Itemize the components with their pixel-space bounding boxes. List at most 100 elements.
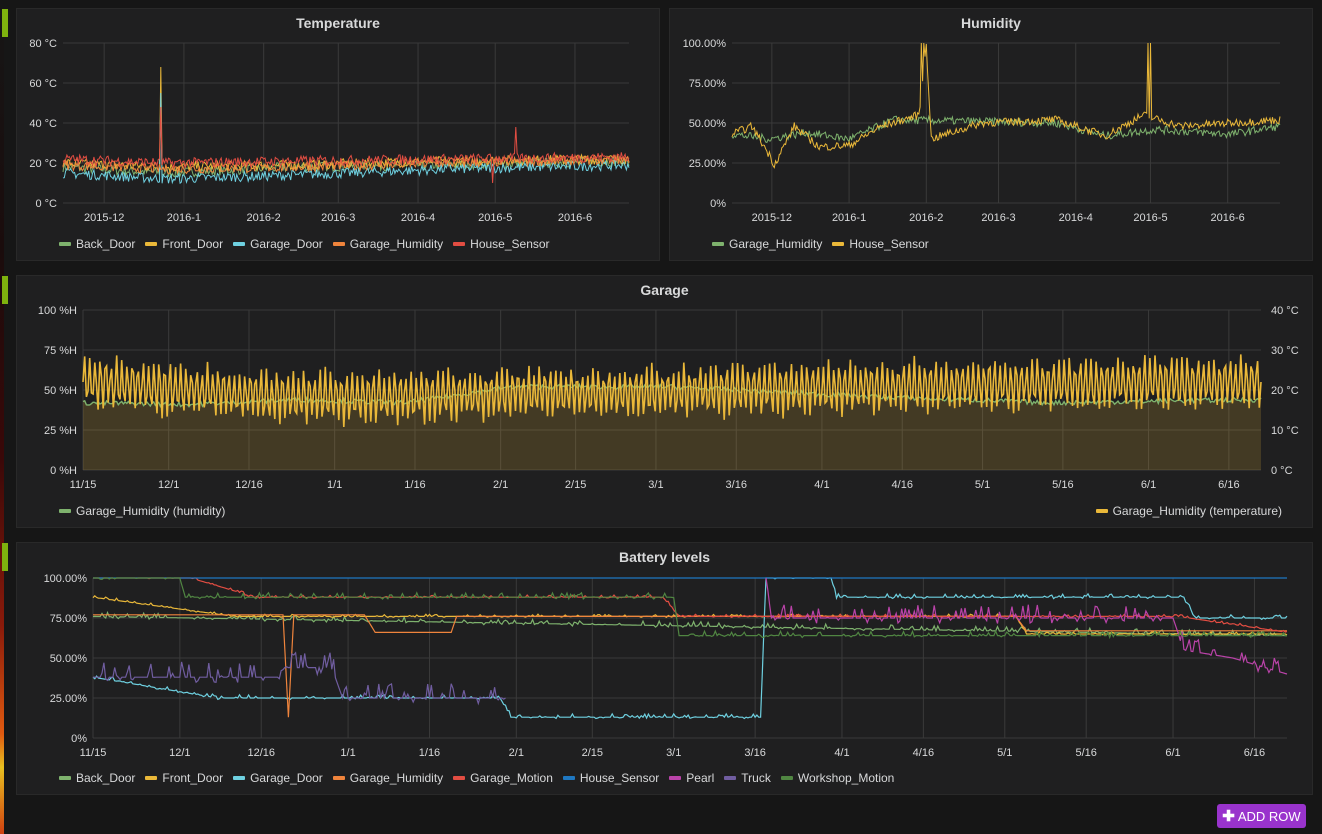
legend-swatch (669, 776, 682, 780)
legend-item[interactable]: Pearl (669, 771, 714, 785)
legend-label: Garage_Humidity (humidity) (76, 504, 226, 518)
humidity-panel: Humidity 0% 25.00% 50.00% 75.00% 100.00% 2015… (669, 8, 1313, 261)
battery-chart: 0% 25.00% 50.00% 75.00% 100.00% 11/15 12/1 12/1… (44, 573, 1288, 759)
y-tick-label: 80 °C (29, 38, 57, 50)
row-handle-1[interactable] (2, 9, 8, 37)
y-tick-label: 50 %H (44, 385, 77, 397)
legend-label: Truck (741, 771, 771, 785)
legend-item[interactable]: Front_Door (145, 237, 223, 251)
x-tick-label: 1/1 (327, 479, 342, 491)
series-line-garage-humidity (731, 114, 1281, 144)
x-tick-label: 2016-5 (1133, 212, 1167, 224)
legend-item[interactable]: Garage_Humidity (humidity) (59, 504, 225, 518)
series-line-garage-door (92, 577, 1288, 720)
legend-item[interactable]: Garage_Humidity (temperature) (1095, 504, 1282, 518)
legend-item[interactable]: Garage_Motion (453, 771, 553, 785)
humidity-legend: Garage_Humidity House_Sensor (712, 237, 929, 251)
legend-swatch (453, 242, 466, 246)
legend-label: House_Sensor (579, 771, 660, 785)
legend-label: Back_Door (76, 771, 136, 785)
legend-item[interactable]: Workshop_Motion (780, 771, 894, 785)
x-tick-label: 2015-12 (752, 212, 792, 224)
legend-item[interactable]: Front_Door (145, 771, 223, 785)
garage-panel: Garage 0 %H 25 %H 50 %H 75 %H 100 %H 0 °C 10 °… (16, 275, 1313, 528)
x-tick-label: 2016-4 (1059, 212, 1093, 224)
x-tick-label: 5/16 (1075, 747, 1096, 759)
legend-item[interactable]: Back_Door (59, 237, 135, 251)
x-tick-label: 2/1 (509, 747, 524, 759)
y-tick-label: 25.00% (50, 693, 88, 705)
plus-icon: ✚ (1222, 807, 1235, 825)
x-tick-label: 6/1 (1165, 747, 1180, 759)
x-tick-label: 5/1 (997, 747, 1012, 759)
x-tick-label: 2016-4 (401, 212, 435, 224)
legend-label: House_Sensor (470, 237, 550, 251)
x-tick-label: 5/1 (975, 479, 990, 491)
x-tick-label: 2/1 (493, 479, 508, 491)
garage-legend-right: Garage_Humidity (temperature) (1095, 504, 1282, 518)
legend-label: Pearl (686, 771, 715, 785)
legend-swatch (724, 776, 737, 780)
y-tick-label: 75 %H (44, 345, 77, 357)
x-tick-label: 2016-3 (981, 212, 1015, 224)
legend-item[interactable]: House_Sensor (832, 237, 929, 251)
x-tick-label: 2016-5 (478, 212, 512, 224)
x-tick-label: 12/1 (158, 479, 179, 491)
row-handle-2[interactable] (2, 276, 8, 304)
temperature-chart: 0 °C 20 °C 40 °C 60 °C 80 °C 2015-12 2016-1 201… (29, 38, 630, 224)
add-row-label: ADD ROW (1237, 808, 1301, 824)
legend-label: Garage_Humidity (temperature) (1112, 504, 1282, 518)
legend-item[interactable]: House_Sensor (562, 771, 660, 785)
legend-swatch (332, 242, 345, 246)
x-tick-label: 3/1 (648, 479, 663, 491)
legend-label: Garage_Door (250, 771, 323, 785)
x-tick-label: 2016-6 (558, 212, 592, 224)
series-line-workshop-motion (93, 577, 1287, 640)
x-tick-label: 1/16 (404, 479, 425, 491)
temperature-legend: Back_Door Front_Door Garage_Door Garage_Hum… (59, 237, 550, 251)
legend-item[interactable]: Back_Door (59, 771, 135, 785)
legend-swatch (59, 776, 71, 780)
y-tick-label: 100 %H (38, 305, 77, 317)
battery-panel: Battery levels 0% 25.00% 50.00% 75.00% 100.0… (16, 542, 1313, 795)
y-tick-label: 75.00% (50, 613, 88, 625)
x-tick-label: 2/15 (582, 747, 603, 759)
x-tick-label: 5/16 (1052, 479, 1073, 491)
row-handle-3[interactable] (2, 543, 8, 571)
legend-item[interactable]: Garage_Humidity (332, 771, 443, 785)
add-row-button[interactable]: ✚ ADD ROW (1217, 804, 1306, 828)
x-tick-label: 2016-1 (167, 212, 201, 224)
garage-chart: 0 %H 25 %H 50 %H 75 %H 100 %H 0 °C 10 °C 20 °C 3… (38, 305, 1299, 491)
y-tick-label: 25.00% (689, 158, 727, 170)
legend-item[interactable]: Garage_Door (233, 237, 323, 251)
legend-item[interactable]: Garage_Humidity (712, 237, 822, 251)
legend-swatch (233, 776, 246, 780)
y-tick-label: 0 %H (50, 465, 77, 477)
battery-legend: Back_Door Front_Door Garage_Door Garage_Hum… (59, 771, 894, 785)
x-tick-label: 6/1 (1141, 479, 1156, 491)
legend-item[interactable]: House_Sensor (453, 237, 550, 251)
y-tick-label: 0% (710, 198, 726, 210)
series-line-pearl (765, 577, 1288, 675)
y-tick-label: 50.00% (50, 653, 88, 665)
axes: 0 °C 20 °C 40 °C 60 °C 80 °C 2015-12 2016-1 201… (29, 38, 629, 224)
legend-swatch (1095, 509, 1108, 513)
legend-item[interactable]: Truck (724, 771, 771, 785)
y-tick-label: 0% (71, 733, 87, 745)
y-right-tick-label: 20 °C (1271, 385, 1299, 397)
legend-swatch (59, 509, 71, 513)
legend-item[interactable]: Garage_Humidity (332, 237, 444, 251)
x-tick-label: 2016-2 (247, 212, 281, 224)
legend-item[interactable]: Garage_Door (233, 771, 323, 785)
x-tick-label: 4/16 (892, 479, 913, 491)
legend-swatch (832, 242, 845, 246)
legend-label: Garage_Humidity (349, 237, 444, 251)
legend-swatch (453, 776, 466, 780)
legend-label: Garage_Door (250, 237, 323, 251)
y-tick-label: 20 °C (29, 158, 57, 170)
y-tick-label: 25 %H (44, 425, 77, 437)
x-tick-label: 4/1 (814, 479, 829, 491)
y-right-tick-label: 10 °C (1271, 425, 1299, 437)
legend-label: Garage_Humidity (729, 237, 823, 251)
series-line-garage-humidity (93, 614, 1287, 718)
